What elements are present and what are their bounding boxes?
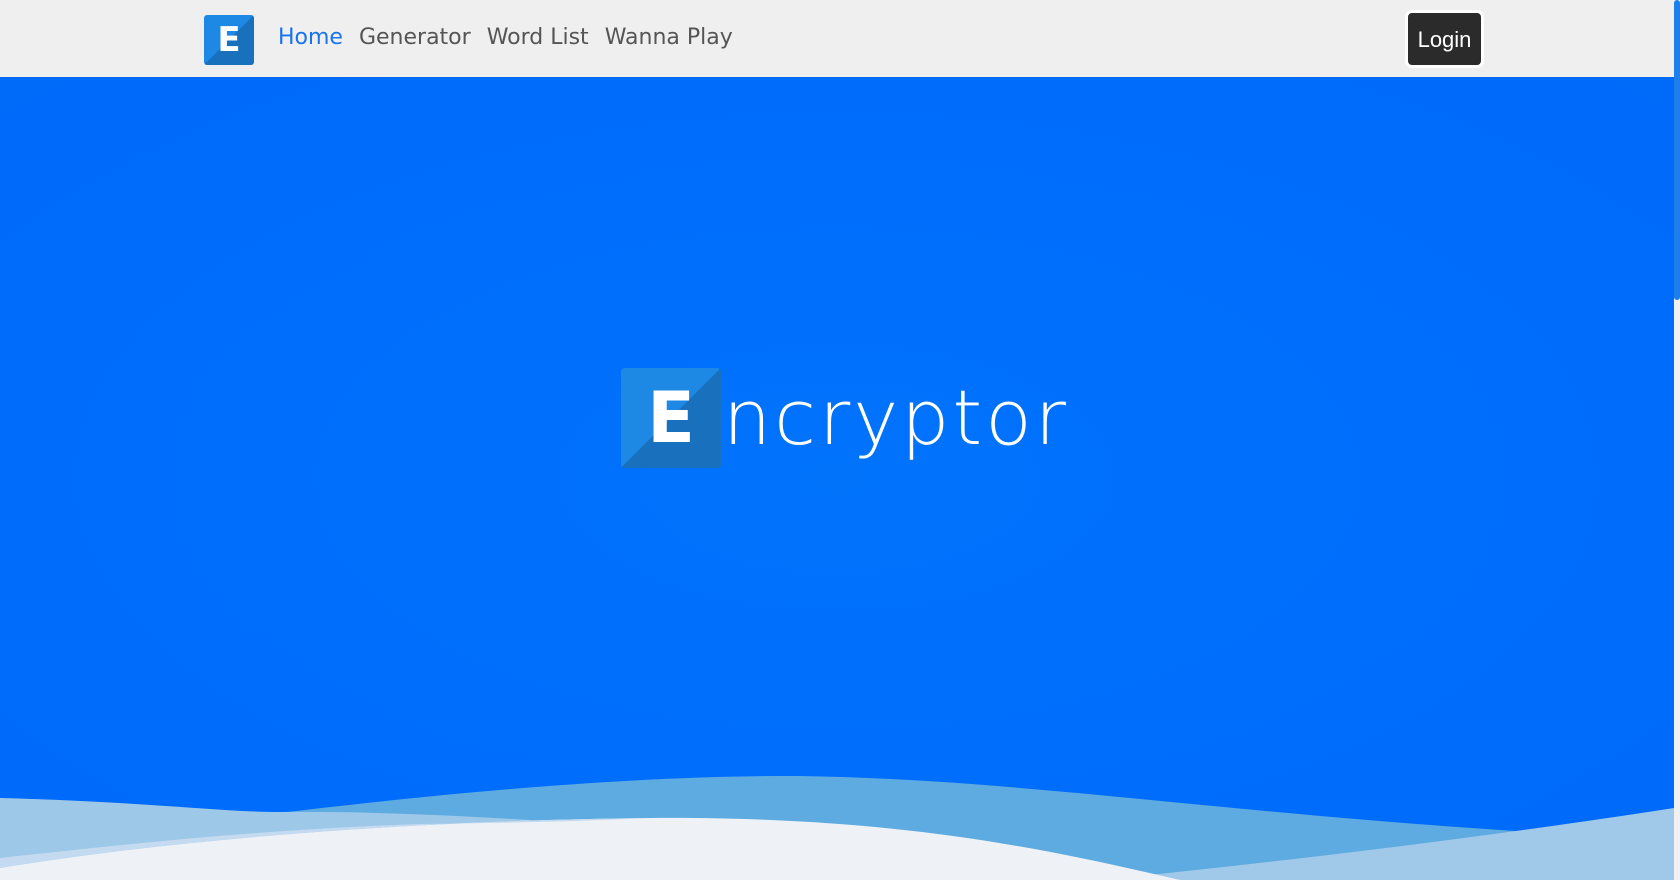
logo-letter: E <box>217 20 241 60</box>
brand-logo[interactable]: E <box>204 15 254 65</box>
nav-link-generator[interactable]: Generator <box>351 22 479 54</box>
login-button[interactable]: Login <box>1405 10 1484 68</box>
nav-links: Home Generator Word List Wanna Play <box>270 22 741 54</box>
scrollbar[interactable] <box>1674 0 1680 880</box>
hero-logo-letter: E <box>647 377 695 459</box>
nav-link-word-list[interactable]: Word List <box>479 22 597 54</box>
navbar: E Home Generator Word List Wanna Play Lo… <box>0 0 1674 77</box>
nav-link-home[interactable]: Home <box>270 22 351 54</box>
hero-section: E ncryptor <box>0 77 1674 880</box>
nav-link-wanna-play[interactable]: Wanna Play <box>597 22 741 54</box>
scrollbar-thumb[interactable] <box>1674 0 1680 300</box>
hero-waves <box>0 775 1674 880</box>
hero-logo: E <box>621 368 721 468</box>
hero-title: E ncryptor <box>621 368 1069 468</box>
hero-title-text: ncryptor <box>723 373 1069 462</box>
page: E Home Generator Word List Wanna Play Lo… <box>0 0 1680 880</box>
